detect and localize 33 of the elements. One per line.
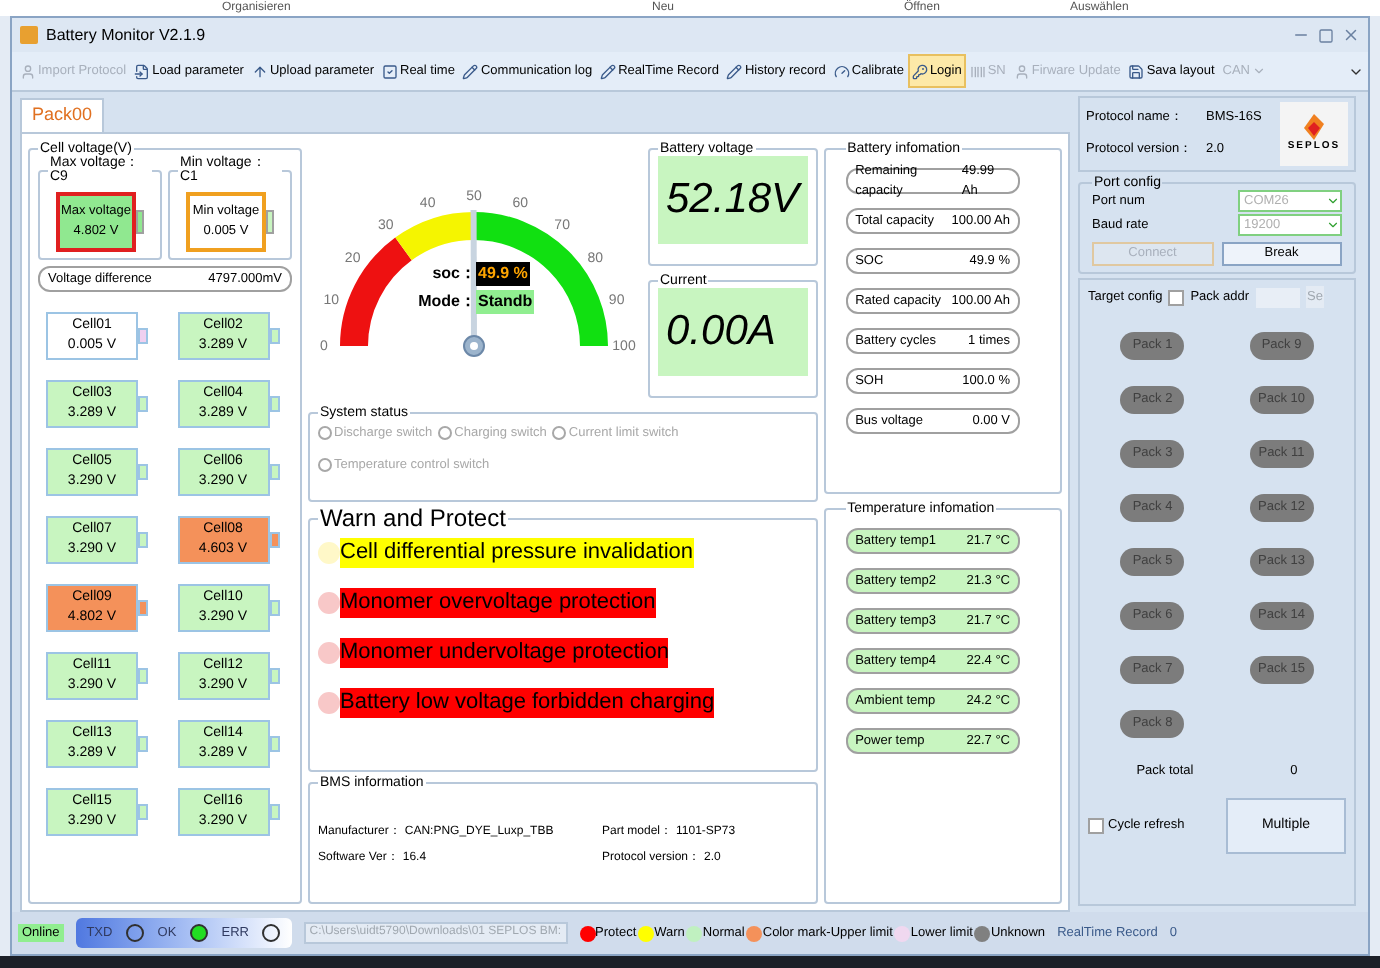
flame-logo-icon xyxy=(1302,113,1326,140)
battery-terminal xyxy=(266,209,274,233)
pencil-icon xyxy=(462,63,479,79)
reading-value: 0.00A xyxy=(666,306,776,359)
reading-value: 52.18V xyxy=(666,174,800,227)
app-icon xyxy=(20,26,38,44)
barcode-icon xyxy=(969,63,986,79)
group-title: Warn and Protect xyxy=(318,506,508,530)
soc-label: soc： xyxy=(430,262,476,286)
checkbox[interactable] xyxy=(1088,817,1104,834)
caret-icon xyxy=(1252,64,1267,78)
close-icon[interactable] xyxy=(1342,26,1360,44)
save-icon xyxy=(1128,63,1145,79)
key-icon xyxy=(911,63,928,79)
person-icon xyxy=(20,63,36,79)
pencil-icon xyxy=(726,63,743,79)
person-icon xyxy=(1013,63,1030,79)
window-title: Battery Monitor V2.1.9 xyxy=(46,23,208,47)
checkbox-icon xyxy=(382,63,398,79)
alarm-text: Monomer overvoltage protection xyxy=(340,588,656,618)
mode-label: Mode： xyxy=(416,290,476,314)
alarm-text: Cell differential pressure invalidation xyxy=(340,538,694,568)
mode-value: Standb xyxy=(476,290,535,314)
gauge-icon xyxy=(833,63,850,79)
alarm-text: Battery low voltage forbidden charging xyxy=(340,688,715,718)
alarm-text: Monomer undervoltage protection xyxy=(340,638,669,668)
pencil-icon xyxy=(600,63,617,79)
import-icon xyxy=(134,63,151,79)
pack-tab[interactable]: Pack00 xyxy=(20,98,105,132)
checkbox[interactable] xyxy=(1168,289,1185,305)
soc-value: 49.9 % xyxy=(476,262,530,286)
upload-arrow-icon xyxy=(251,63,268,79)
maximize-icon[interactable] xyxy=(1318,27,1334,43)
